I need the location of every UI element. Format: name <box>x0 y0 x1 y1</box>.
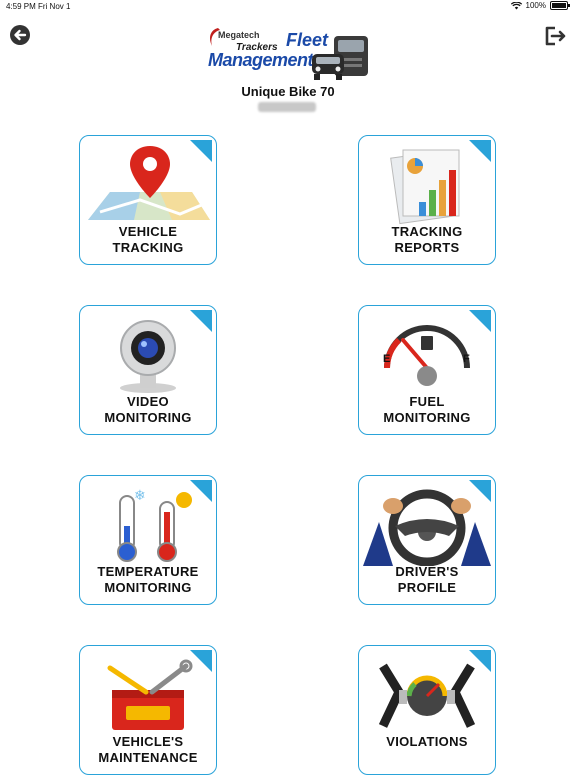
svg-text:❄: ❄ <box>134 488 146 504</box>
logout-icon <box>545 26 566 46</box>
toolbox-icon <box>107 659 193 730</box>
tile-tracking-reports[interactable]: TRACKING REPORTS <box>358 135 496 265</box>
tile-vehicle-tracking[interactable]: VEHICLE TRACKING <box>79 135 217 265</box>
arrow-left-icon <box>14 29 27 41</box>
status-date: Fri Nov 1 <box>38 2 71 11</box>
tile-label-line2: MONITORING <box>383 410 471 425</box>
tile-label-line2: VIOLATIONS <box>386 734 468 749</box>
steering-wheel-icon <box>363 489 491 566</box>
app-logo: Megatech Trackers Fleet Management <box>206 24 372 84</box>
tile-label: FUEL MONITORING <box>359 394 495 426</box>
tile-label: TRACKING REPORTS <box>359 224 495 256</box>
status-time: 4:59 PM <box>6 2 36 11</box>
thermometer-icon: ❄ <box>117 488 192 562</box>
tile-violations[interactable]: VIOLATIONS <box>358 645 496 775</box>
tile-label: VIOLATIONS <box>359 734 495 750</box>
tile-label: VIDEO MONITORING <box>80 394 216 426</box>
logo-title-management: Management <box>208 50 314 70</box>
fuel-gauge-icon: E F <box>383 325 470 386</box>
tile-vehicles-maintenance[interactable]: VEHICLE'S MAINTENANCE <box>79 645 217 775</box>
tile-label-line2: TRACKING <box>112 240 184 255</box>
map-pin-icon <box>88 146 210 220</box>
tile-drivers-profile[interactable]: DRIVER'S PROFILE <box>358 475 496 605</box>
report-chart-icon <box>390 149 460 225</box>
svg-text:F: F <box>463 353 470 365</box>
tile-label-line1: DRIVER'S <box>395 564 459 579</box>
webcam-icon <box>120 320 176 393</box>
tile-label-line1: FUEL <box>409 394 445 409</box>
tile-label-line1: VEHICLE'S <box>112 734 184 749</box>
tile-label-line2: MONITORING <box>104 410 192 425</box>
tile-label: TEMPERATURE MONITORING <box>80 564 216 596</box>
tile-temperature-monitoring[interactable]: ❄ TEMPERATURE MONITORING <box>79 475 217 605</box>
battery-icon <box>550 1 570 10</box>
vehicle-subtitle-redacted <box>258 102 316 112</box>
logo-brand-megatech: Megatech <box>218 30 260 40</box>
back-button[interactable] <box>10 25 30 45</box>
battery-percent: 100% <box>525 1 546 10</box>
svg-text:E: E <box>383 353 390 365</box>
status-bar: 4:59 PM Fri Nov 1 100% <box>0 0 576 14</box>
tile-label: VEHICLE TRACKING <box>80 224 216 256</box>
tile-label: VEHICLE'S MAINTENANCE <box>80 734 216 766</box>
tile-label-line2: PROFILE <box>397 580 457 595</box>
tile-fuel-monitoring[interactable]: E F FUEL MONITORING <box>358 305 496 435</box>
vehicle-name: Unique Bike 70 <box>241 84 335 99</box>
tile-label-line2: MONITORING <box>104 580 192 595</box>
tile-video-monitoring[interactable]: VIDEO MONITORING <box>79 305 217 435</box>
tile-label-line2: REPORTS <box>394 240 460 255</box>
logout-button[interactable] <box>544 25 566 47</box>
wifi-icon <box>510 1 522 9</box>
status-right: 100% <box>510 1 570 10</box>
battery-fill <box>552 3 566 8</box>
tile-label-line1: VEHICLE <box>118 224 178 239</box>
tile-label-line1: TRACKING <box>391 224 463 239</box>
seatbelt-icon <box>378 663 476 728</box>
tile-label-line1: VIDEO <box>127 394 169 409</box>
tile-label-line2: MAINTENANCE <box>98 750 198 765</box>
logo-car-truck-icon <box>312 36 368 80</box>
tile-label-line1: TEMPERATURE <box>97 564 199 579</box>
tile-label: DRIVER'S PROFILE <box>359 564 495 596</box>
